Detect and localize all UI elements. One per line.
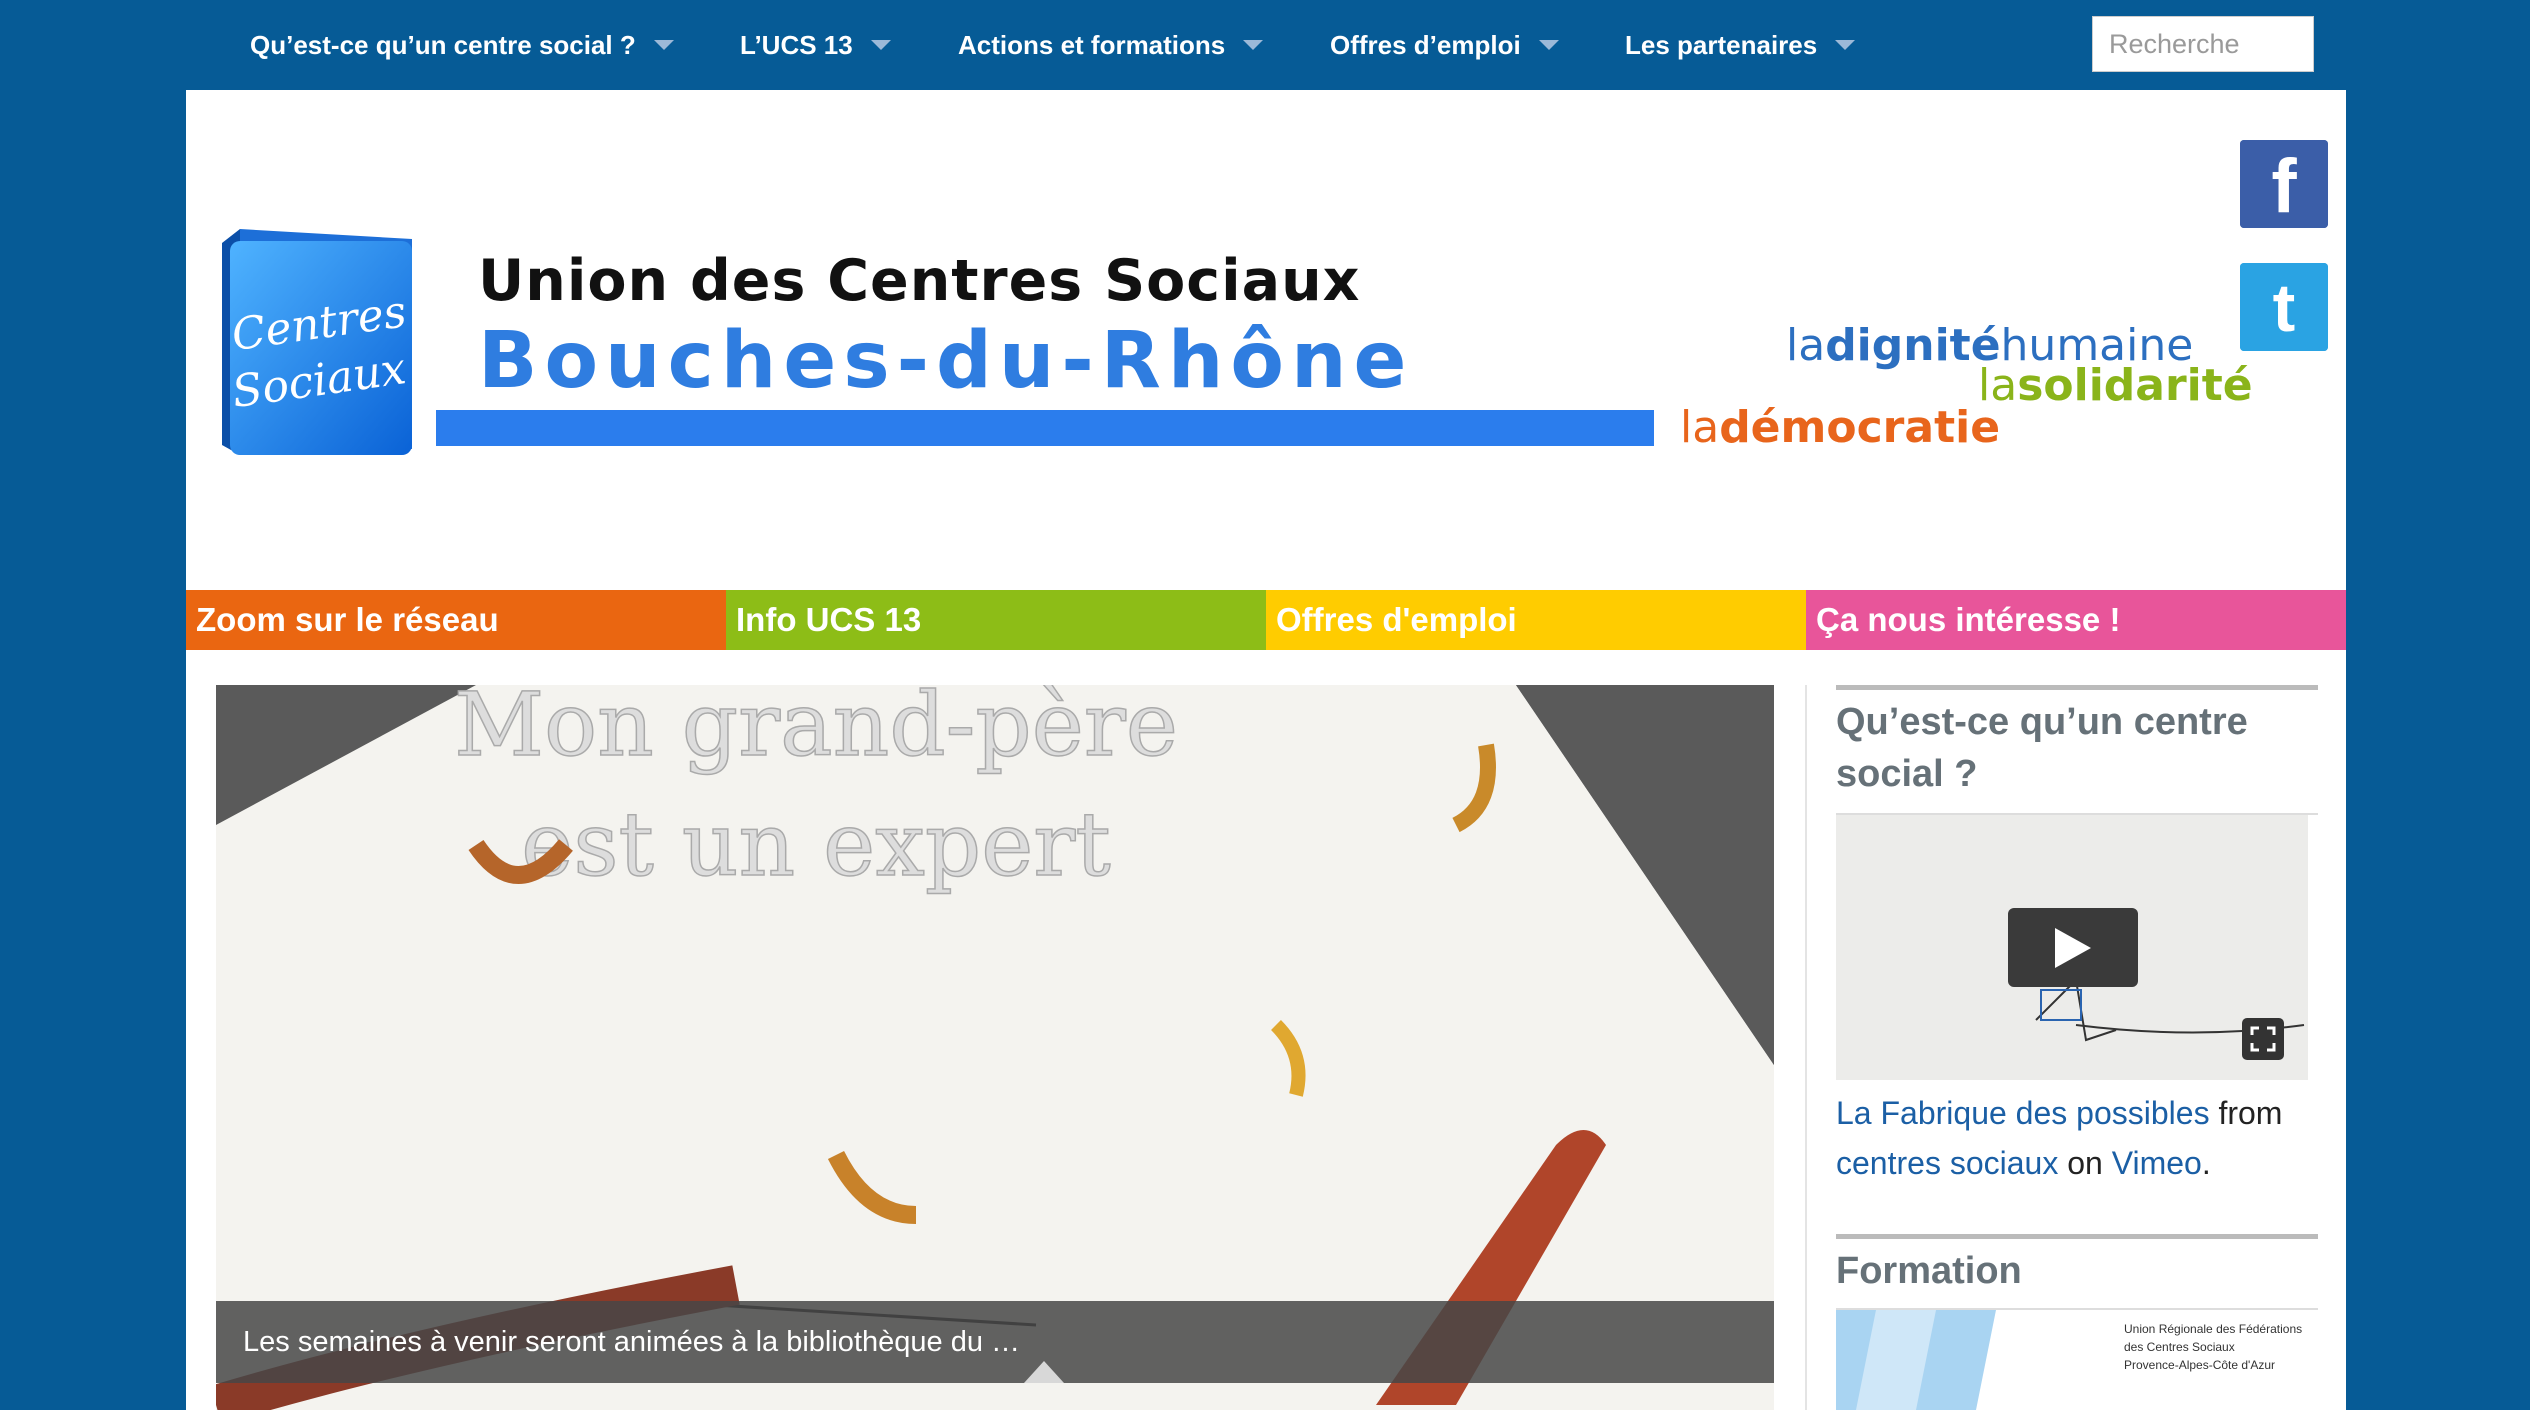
formation-image[interactable]: Union Régionale des Fédérations des Cent… — [1836, 1310, 2318, 1410]
formation-org-line: des Centres Sociaux — [2124, 1340, 2235, 1354]
tagline-prefix: la — [1680, 402, 1720, 453]
tagline-bold: démocratie — [1719, 402, 2001, 453]
tagline-democratie: ladémocratie — [1680, 402, 2000, 453]
formation-org-text: Union Régionale des Fédérations des Cent… — [2124, 1320, 2302, 1374]
chevron-down-icon — [870, 40, 891, 50]
fullscreen-icon — [2250, 1026, 2276, 1052]
chevron-down-icon — [1835, 40, 1856, 50]
nav-item-label: Actions et formations — [958, 29, 1226, 60]
widget-top-rule — [1836, 1234, 2318, 1239]
tagline-bold: dignité — [1825, 320, 2001, 371]
banner-bar — [436, 410, 1654, 446]
site-title-line2: Bouches-du-Rhône — [478, 316, 1414, 406]
chevron-down-icon — [1243, 40, 1264, 50]
tagline-prefix: la — [1786, 320, 1826, 371]
page-content: Centres Sociaux Union des Centres Sociau… — [186, 90, 2346, 1410]
nav-item-label: L’UCS 13 — [740, 29, 853, 60]
nav-item-ucs13[interactable]: L’UCS 13 — [740, 0, 891, 90]
slide-art-text-1: Mon grand-père — [454, 685, 1178, 776]
twitter-button[interactable]: t — [2240, 263, 2328, 351]
fullscreen-button[interactable] — [2242, 1018, 2284, 1060]
search-input[interactable] — [2092, 16, 2314, 72]
twitter-icon: t — [2240, 263, 2328, 351]
formation-org-line: Provence-Alpes-Côte d'Azur — [2124, 1358, 2276, 1372]
category-zoom-reseau[interactable]: Zoom sur le réseau — [186, 590, 726, 650]
twitter-glyph: t — [2273, 270, 2296, 346]
featured-slider[interactable]: Mon grand-père est un expert Les semaine… — [216, 685, 1774, 1410]
slide-pointer — [1024, 1361, 1064, 1383]
category-ca-nous-interesse[interactable]: Ça nous intéresse ! — [1806, 590, 2346, 650]
video-credit-end: . — [2201, 1145, 2211, 1181]
play-button[interactable] — [2008, 908, 2138, 987]
nav-item-partenaires[interactable]: Les partenaires — [1625, 0, 1856, 90]
category-offres-emploi[interactable]: Offres d'emploi — [1266, 590, 1806, 650]
nav-item-label: Qu’est-ce qu’un centre social ? — [250, 29, 636, 60]
chevron-down-icon — [653, 40, 674, 50]
play-icon — [2055, 927, 2091, 968]
video-title-link[interactable]: La Fabrique des possibles — [1836, 1095, 2210, 1131]
nav-item-centre-social[interactable]: Qu’est-ce qu’un centre social ? — [250, 0, 674, 90]
video-author-link[interactable]: centres sociaux — [1836, 1145, 2058, 1181]
widget-top-rule — [1836, 685, 2318, 690]
tagline-bold: solidarité — [2017, 360, 2253, 411]
formation-org-line: Union Régionale des Fédérations — [2124, 1322, 2303, 1336]
nav-item-offres-emploi[interactable]: Offres d’emploi — [1330, 0, 1559, 90]
category-info-ucs13[interactable]: Info UCS 13 — [726, 590, 1266, 650]
content-divider — [1805, 685, 1807, 1410]
centres-sociaux-logo[interactable]: Centres Sociaux — [216, 223, 416, 461]
widget-title-centre-social: Qu’est-ce qu’un centre social ? — [1836, 701, 2248, 795]
facebook-button[interactable]: f — [2240, 140, 2328, 228]
vimeo-link[interactable]: Vimeo — [2112, 1145, 2202, 1181]
slide-caption[interactable]: Les semaines à venir seront animées à la… — [216, 1301, 1774, 1383]
video-credit: La Fabrique des possibles from centres s… — [1836, 1088, 2318, 1188]
video-on-text: on — [2067, 1145, 2103, 1181]
tagline-solidarite: lasolidarité — [1978, 360, 2253, 411]
facebook-glyph: f — [2271, 144, 2297, 228]
slide-art-text-2: est un expert — [521, 793, 1110, 896]
site-title-line1: Union des Centres Sociaux — [478, 248, 1361, 314]
widget-title-formation: Formation — [1836, 1250, 2022, 1292]
nav-item-label: Les partenaires — [1625, 29, 1818, 60]
vimeo-video-player[interactable] — [1836, 815, 2308, 1080]
facebook-icon: f — [2240, 140, 2328, 228]
nav-item-actions-formations[interactable]: Actions et formations — [958, 0, 1264, 90]
video-from-text: from — [2218, 1095, 2283, 1131]
top-navigation: Qu’est-ce qu’un centre social ? L’UCS 13… — [0, 0, 2530, 90]
nav-item-label: Offres d’emploi — [1330, 29, 1521, 60]
chevron-down-icon — [1538, 40, 1559, 50]
